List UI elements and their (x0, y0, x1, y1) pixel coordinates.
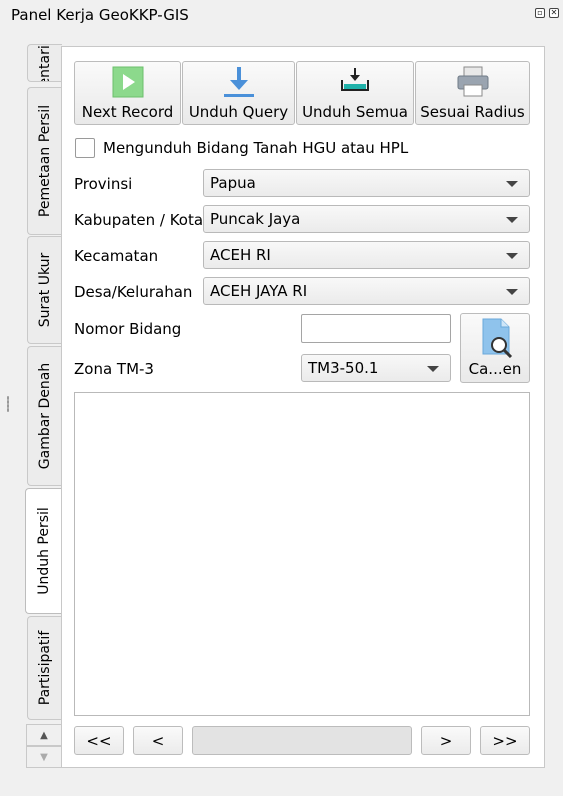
tab-label: Inventarisasi (37, 45, 53, 81)
kabupaten-value: Puncak Jaya (210, 210, 301, 228)
dropdown-arrow-icon (506, 289, 518, 295)
cari-button[interactable]: Ca...en (460, 313, 530, 383)
tab-scroll-up-button[interactable]: ▲ (26, 724, 62, 746)
sesuai-radius-button[interactable]: Sesuai Radius (415, 61, 530, 125)
splitter-grip[interactable] (7, 396, 9, 412)
tab-label: Gambar Denah (37, 362, 53, 470)
hgu-hpl-checkbox[interactable] (75, 138, 95, 158)
unduh-semua-label: Unduh Semua (302, 103, 408, 121)
desa-value: ACEH JAYA RI (210, 282, 308, 300)
close-icon[interactable]: ✕ (549, 8, 559, 18)
next-page-button[interactable]: > (421, 726, 471, 755)
unduh-semua-button[interactable]: Unduh Semua (296, 61, 414, 125)
kecamatan-label: Kecamatan (74, 247, 159, 265)
tab-label: Partisipatif (37, 630, 53, 706)
hgu-hpl-checkbox-label: Mengunduh Bidang Tanah HGU atau HPL (103, 139, 409, 157)
tab-gambar-denah[interactable]: Gambar Denah (27, 346, 62, 486)
last-page-label: >> (492, 731, 518, 750)
window-title: Panel Kerja GeoKKP-GIS (11, 6, 189, 24)
tab-scroll-down-button[interactable]: ▼ (26, 746, 62, 768)
restore-icon[interactable]: ▫ (535, 8, 545, 18)
zona-tm3-value: TM3-50.1 (308, 359, 379, 377)
title-bar: Panel Kerja GeoKKP-GIS ▫ ✕ (0, 0, 563, 30)
document-search-icon (482, 318, 513, 358)
tab-unduh-persil[interactable]: Unduh Persil (25, 488, 62, 614)
provinsi-select[interactable]: Papua (203, 169, 530, 197)
page-indicator (192, 726, 412, 755)
unduh-query-label: Unduh Query (188, 103, 289, 121)
result-list[interactable] (74, 392, 530, 716)
desa-select[interactable]: ACEH JAYA RI (203, 277, 530, 305)
last-page-button[interactable]: >> (480, 726, 530, 755)
dropdown-arrow-icon (506, 181, 518, 187)
tab-pemetaan-persil[interactable]: Pemetaan Persil (27, 87, 62, 235)
kabupaten-select[interactable]: Puncak Jaya (203, 205, 530, 233)
kecamatan-value: ACEH RI (210, 246, 271, 264)
kabupaten-label: Kabupaten / Kota (74, 211, 204, 229)
first-page-label: << (86, 731, 112, 750)
next-record-button[interactable]: Next Record (74, 61, 181, 125)
desa-label: Desa/Kelurahan (74, 283, 193, 301)
nomor-bidang-input[interactable] (301, 314, 451, 343)
unduh-query-button[interactable]: Unduh Query (182, 61, 295, 125)
tab-label: Unduh Persil (36, 507, 52, 595)
zona-tm3-select[interactable]: TM3-50.1 (301, 354, 451, 382)
download-icon (223, 67, 254, 97)
dropdown-arrow-icon (427, 366, 439, 372)
play-icon (112, 66, 143, 98)
provinsi-value: Papua (210, 174, 256, 192)
next-record-label: Next Record (81, 103, 174, 121)
dropdown-arrow-icon (506, 253, 518, 259)
prev-page-button[interactable]: < (133, 726, 183, 755)
prev-page-label: < (151, 731, 165, 750)
chevron-up-icon: ▲ (40, 729, 48, 741)
tab-partisipatif[interactable]: Partisipatif (27, 616, 62, 720)
download-tray-icon (341, 68, 369, 91)
next-page-label: > (439, 731, 453, 750)
dropdown-arrow-icon (506, 217, 518, 223)
cari-label: Ca...en (468, 360, 522, 378)
kecamatan-select[interactable]: ACEH RI (203, 241, 530, 269)
zona-tm3-label: Zona TM-3 (74, 360, 154, 378)
tab-inventarisasi[interactable]: Inventarisasi (27, 44, 62, 82)
tab-label: Pemetaan Persil (37, 104, 53, 218)
nomor-bidang-label: Nomor Bidang (74, 320, 182, 338)
tab-label: Surat Ukur (37, 252, 53, 328)
printer-icon (457, 66, 488, 97)
provinsi-label: Provinsi (74, 175, 133, 193)
first-page-button[interactable]: << (74, 726, 124, 755)
chevron-down-icon: ▼ (40, 751, 48, 763)
tab-surat-ukur[interactable]: Surat Ukur (27, 236, 62, 344)
sesuai-radius-label: Sesuai Radius (420, 103, 525, 121)
